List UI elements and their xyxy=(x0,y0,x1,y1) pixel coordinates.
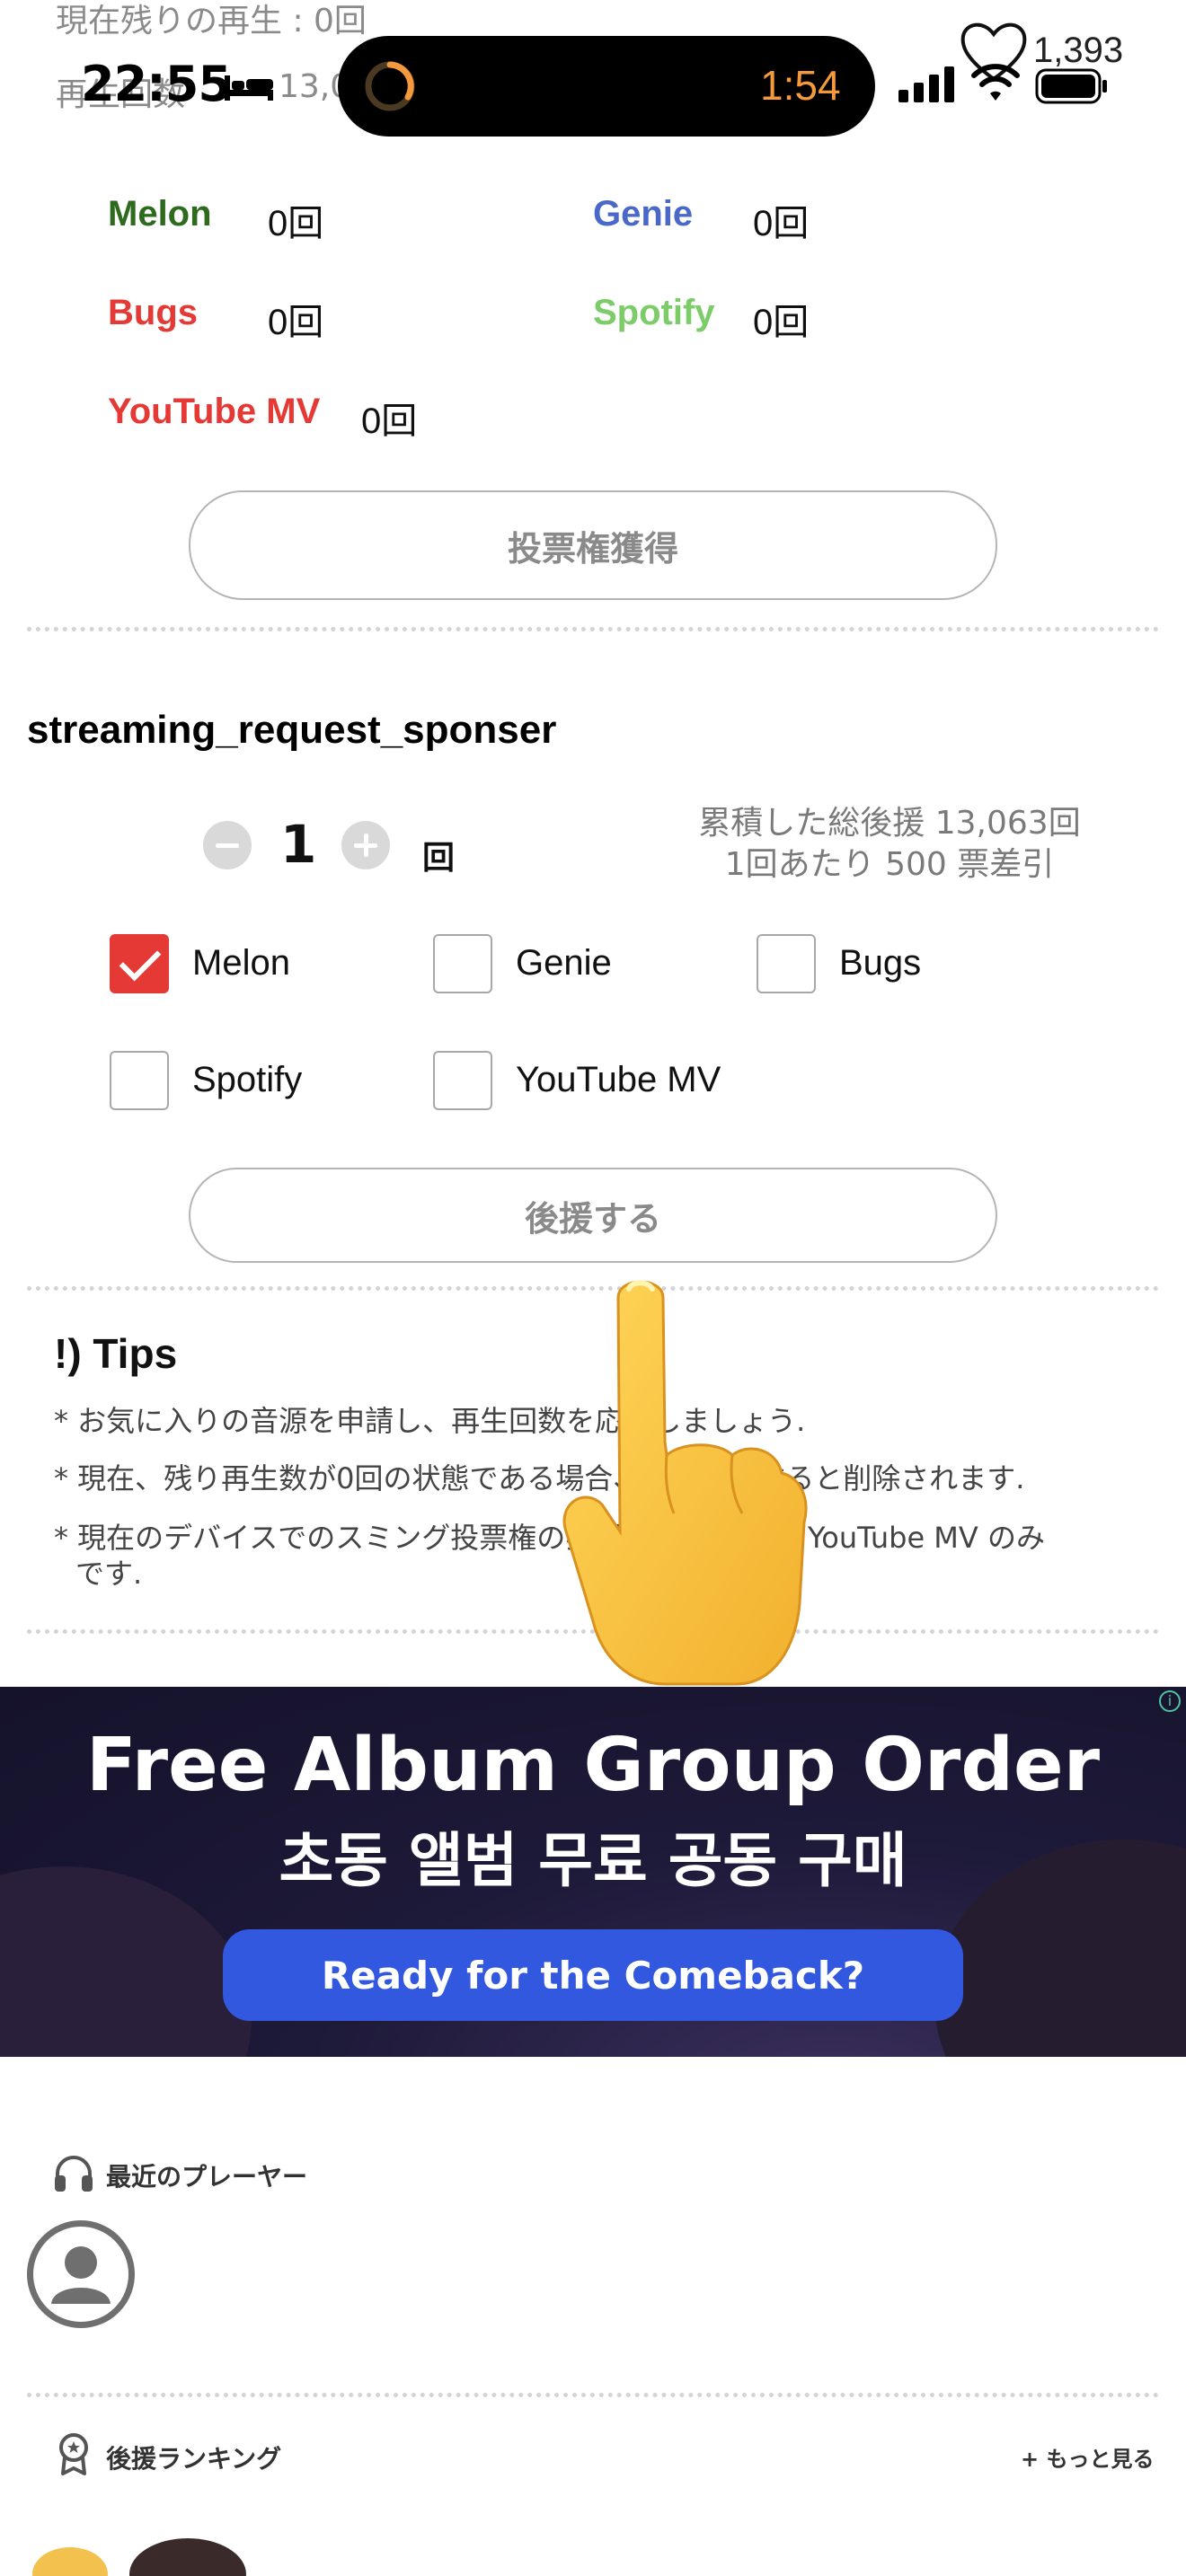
divider xyxy=(27,2393,1159,2397)
checkbox-label-genie[interactable]: Genie xyxy=(516,943,612,984)
checkbox-genie[interactable] xyxy=(433,934,492,993)
platform-name-youtube-mv: YouTube MV xyxy=(108,392,321,431)
checkbox-youtube-mv[interactable] xyxy=(433,1051,492,1110)
support-stats: 累積した総後援 13,063回 1回あたり 500 票差引 xyxy=(665,803,1114,886)
gold-medal-icon xyxy=(32,2547,108,2576)
checkbox-melon[interactable] xyxy=(110,934,169,993)
support-button[interactable]: 後援する xyxy=(189,1168,997,1263)
headphones-icon xyxy=(55,2156,93,2192)
platform-count-spotify: 0回 xyxy=(753,303,810,342)
status-time: 22:55 xyxy=(81,56,232,112)
increase-quantity-button[interactable] xyxy=(341,821,390,869)
ad-info-icon[interactable]: i xyxy=(1159,1690,1181,1712)
tips-title: !) Tips xyxy=(54,1330,178,1377)
timer-ring-icon xyxy=(365,61,415,111)
bed-icon xyxy=(225,75,273,101)
recent-players-title: 最近のプレーヤー xyxy=(106,2162,308,2192)
platform-name-melon: Melon xyxy=(108,194,212,234)
platform-count-genie: 0回 xyxy=(753,204,810,243)
platform-name-genie: Genie xyxy=(593,194,694,234)
ribbon-award-icon xyxy=(59,2433,88,2475)
checkbox-label-spotify[interactable]: Spotify xyxy=(192,1060,302,1100)
divider xyxy=(27,627,1159,631)
platform-count-bugs: 0回 xyxy=(268,303,324,342)
signal-icon xyxy=(898,66,954,102)
checkbox-spotify[interactable] xyxy=(110,1051,169,1110)
ad-subtitle: 초동 앨범 무료 공동 구매 xyxy=(279,1826,907,1895)
like-count: 1,393 xyxy=(1033,31,1124,70)
get-vote-button[interactable]: 投票権獲得 xyxy=(189,490,997,600)
ad-banner[interactable]: Free Album Group Order 초동 앨범 무료 공동 구매 Re… xyxy=(0,1687,1186,2057)
checkbox-label-youtube-mv[interactable]: YouTube MV xyxy=(516,1060,721,1100)
total-support-text: 累積した総後援 13,063回 xyxy=(698,805,1081,842)
ad-cta-button[interactable]: Ready for the Comeback? xyxy=(223,1929,963,2021)
platform-name-bugs: Bugs xyxy=(108,293,198,332)
platform-name-spotify: Spotify xyxy=(593,293,715,332)
ranking-title: 後援ランキング xyxy=(106,2444,282,2474)
ranking-more-link[interactable]: + もっと見る xyxy=(1021,2441,1154,2473)
sponsor-section-title: streaming_request_sponser xyxy=(27,708,557,752)
vote-discount-text: 1回あたり 500 票差引 xyxy=(724,846,1055,883)
island-timer: 1:54 xyxy=(760,62,841,109)
player-avatar[interactable] xyxy=(27,2220,135,2328)
platform-count-melon: 0回 xyxy=(268,204,324,243)
checkbox-bugs[interactable] xyxy=(757,934,816,993)
pointing-hand-icon xyxy=(562,1280,808,1686)
quantity-unit: 回 xyxy=(422,840,456,877)
checkbox-label-melon[interactable]: Melon xyxy=(192,943,290,984)
ad-title: Free Album Group Order xyxy=(85,1723,1101,1808)
platform-count-youtube-mv: 0回 xyxy=(361,401,418,441)
remaining-plays-peek: 現在残りの再生 : 0回 xyxy=(56,3,367,40)
checkbox-label-bugs[interactable]: Bugs xyxy=(839,943,921,984)
ranking-avatar[interactable] xyxy=(129,2538,246,2576)
user-avatar-icon xyxy=(51,2246,111,2304)
decrease-quantity-button[interactable] xyxy=(203,821,252,869)
battery-icon xyxy=(1035,68,1107,104)
wifi-icon xyxy=(971,64,1020,101)
quantity-value: 1 xyxy=(280,814,317,875)
